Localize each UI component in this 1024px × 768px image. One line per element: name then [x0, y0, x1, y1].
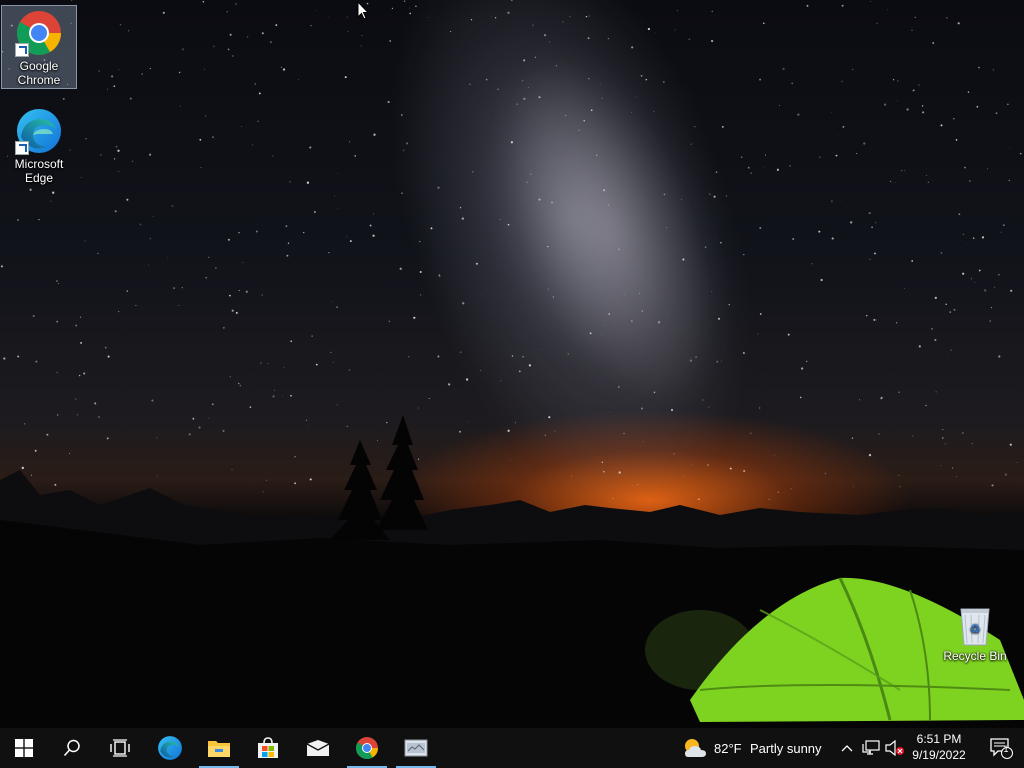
task-view-button[interactable]: [96, 728, 144, 768]
network-icon: [862, 740, 880, 755]
folder-icon: [208, 741, 230, 757]
search-icon: [63, 739, 80, 757]
taskbar-chrome-button[interactable]: [343, 728, 391, 768]
taskbar-edge-button[interactable]: [146, 728, 194, 768]
notification-count-badge: 1: [1003, 744, 1009, 754]
shortcut-arrow-icon: [15, 141, 29, 155]
mail-icon: [306, 740, 330, 756]
recycle-bin-icon: ♻: [953, 603, 997, 647]
landscape-scene: [0, 415, 1024, 728]
chrome-icon: [356, 737, 378, 759]
taskbar: 82°F Partly sunny 6:51 PM 9/19/2022 1: [0, 728, 1024, 768]
desktop-icon-google-chrome[interactable]: Google Chrome: [1, 5, 77, 89]
shortcut-arrow-icon: [15, 43, 29, 57]
network-button[interactable]: [859, 728, 883, 768]
task-view-icon: [110, 739, 130, 757]
desktop-icon-recycle-bin[interactable]: ♻ Recycle Bin: [937, 600, 1013, 670]
action-center-button[interactable]: 1: [978, 728, 1024, 768]
desktop-icon-label: Recycle Bin: [943, 649, 1007, 663]
taskbar-mail-button[interactable]: [294, 728, 342, 768]
mouse-cursor-icon: [357, 1, 369, 20]
partly-sunny-icon: [685, 739, 706, 757]
windows-logo-icon: [15, 739, 33, 757]
speaker-muted-icon: [885, 740, 904, 756]
show-hidden-icons-button[interactable]: [836, 728, 858, 768]
desktop-wallpaper: [0, 0, 1024, 728]
start-button[interactable]: [0, 728, 48, 768]
desktop-icon-microsoft-edge[interactable]: Microsoft Edge: [1, 104, 77, 188]
clock-date: 9/19/2022: [912, 748, 966, 762]
taskbar-file-explorer-button[interactable]: [195, 728, 243, 768]
app-window-icon: [404, 739, 428, 757]
weather-condition: Partly sunny: [750, 741, 822, 756]
store-icon: [258, 737, 278, 758]
volume-button[interactable]: [883, 728, 907, 768]
svg-text:♻: ♻: [970, 622, 981, 636]
clock[interactable]: 6:51 PM 9/19/2022: [906, 731, 972, 763]
weather-temperature: 82°F: [714, 741, 742, 756]
clock-time: 6:51 PM: [916, 732, 962, 746]
desktop-icon-label: Google Chrome: [17, 59, 61, 87]
search-button[interactable]: [48, 728, 96, 768]
taskbar-store-button[interactable]: [244, 728, 292, 768]
edge-icon: [15, 107, 63, 155]
weather-widget[interactable]: 82°F Partly sunny: [678, 728, 830, 768]
desktop-icon-label: Microsoft Edge: [14, 157, 64, 185]
taskbar-app-button[interactable]: [392, 728, 440, 768]
chevron-up-icon: [841, 745, 853, 752]
chrome-icon: [15, 9, 63, 57]
edge-icon: [158, 736, 182, 760]
